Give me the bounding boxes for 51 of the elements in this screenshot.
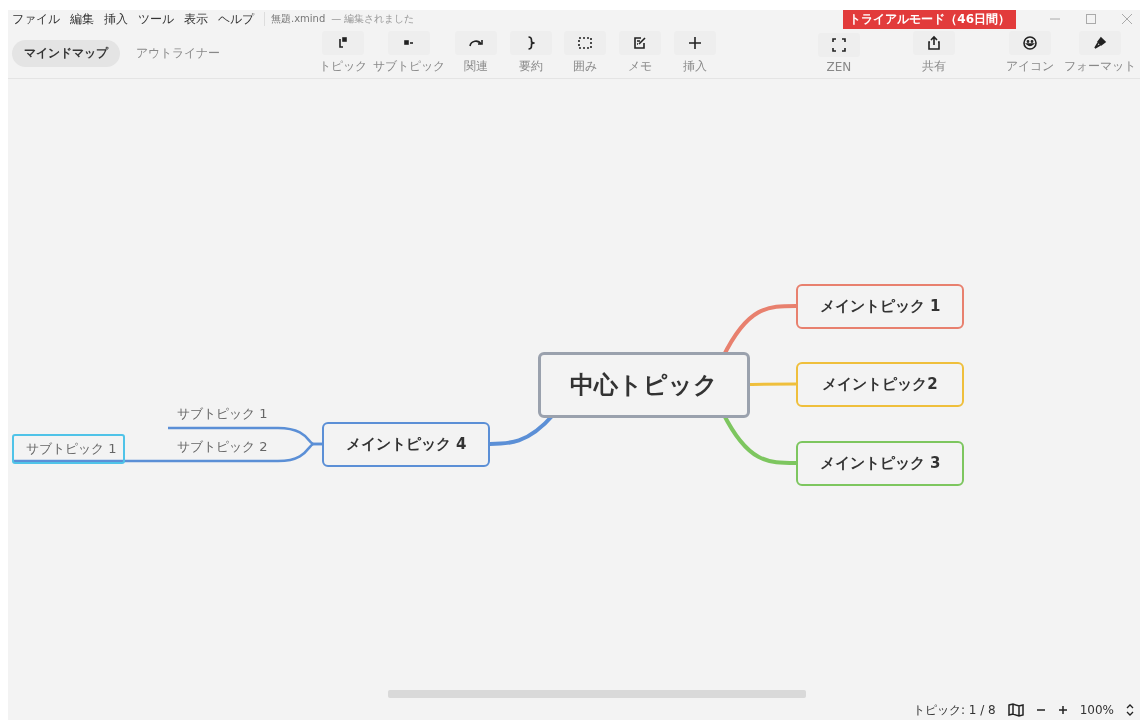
document-title: 無題.xmind [264,12,326,26]
menu-item[interactable]: ファイル [12,10,60,28]
stepper-icon[interactable] [1126,704,1134,716]
main-topic[interactable]: メイントピック 1 [796,284,964,329]
document-status: — 編集されました [331,12,415,26]
subtopic[interactable]: サブトピック 1 [177,405,268,423]
toolbar-label: 関連 [463,58,488,75]
main-topic[interactable]: メイントピック 3 [796,441,964,486]
scrollbar[interactable] [388,690,806,698]
toolbar-button[interactable] [321,31,364,55]
toolbar-button[interactable] [454,31,497,55]
toolbar-label: アイコン [1006,58,1054,75]
share-icon [925,35,942,51]
subtopic[interactable]: サブトピック 1 [12,434,125,464]
toolbar-label: 囲み [573,58,598,75]
toolbar-button[interactable] [912,31,955,55]
map-icon[interactable] [1007,703,1024,717]
toolbar-label: ZEN [826,59,852,74]
toolbar-button[interactable] [1079,31,1121,55]
menu-item[interactable]: ヘルプ [218,10,254,28]
main-topic[interactable]: メイントピック2 [796,362,964,407]
toolbar-label: 共有 [921,58,946,75]
brace-icon [526,36,535,50]
dashed-box-icon [577,35,594,51]
fullscreen-icon [830,36,847,53]
plus-icon [687,35,703,51]
toolbar-button[interactable] [1009,31,1051,55]
topic-count: トピック: 1 / 8 [912,701,996,719]
note-icon [632,35,649,51]
toolbar-button[interactable] [674,31,716,55]
menu-item[interactable]: ツール [138,10,174,28]
toolbar-button[interactable] [817,32,860,57]
zoom-level: 100% [1079,703,1114,717]
zoom-in-icon[interactable] [1057,705,1068,715]
toolbar-button[interactable] [619,31,662,55]
brush-icon [1092,35,1108,51]
menu-item[interactable]: 挿入 [104,10,128,28]
view-tab[interactable]: マインドマップ [12,39,120,67]
toolbar-label: サブトピック [373,58,446,75]
smiley-icon [1022,35,1038,51]
menu-item[interactable]: 表示 [184,10,208,28]
toolbar-label: 要約 [518,58,543,75]
menu-item[interactable]: 編集 [70,10,94,28]
main-topic[interactable]: メイントピック 4 [322,422,490,467]
toolbar-button[interactable] [564,31,607,55]
toolbar-label: 挿入 [683,58,707,75]
trial-badge: トライアルモード（46日間） [843,9,1016,29]
toolbar-label: フォーマット [1064,58,1136,75]
subtopic[interactable]: サブトピック 2 [177,438,268,456]
toolbar-button[interactable] [388,31,431,55]
central-topic[interactable]: 中心トピック [538,352,750,418]
